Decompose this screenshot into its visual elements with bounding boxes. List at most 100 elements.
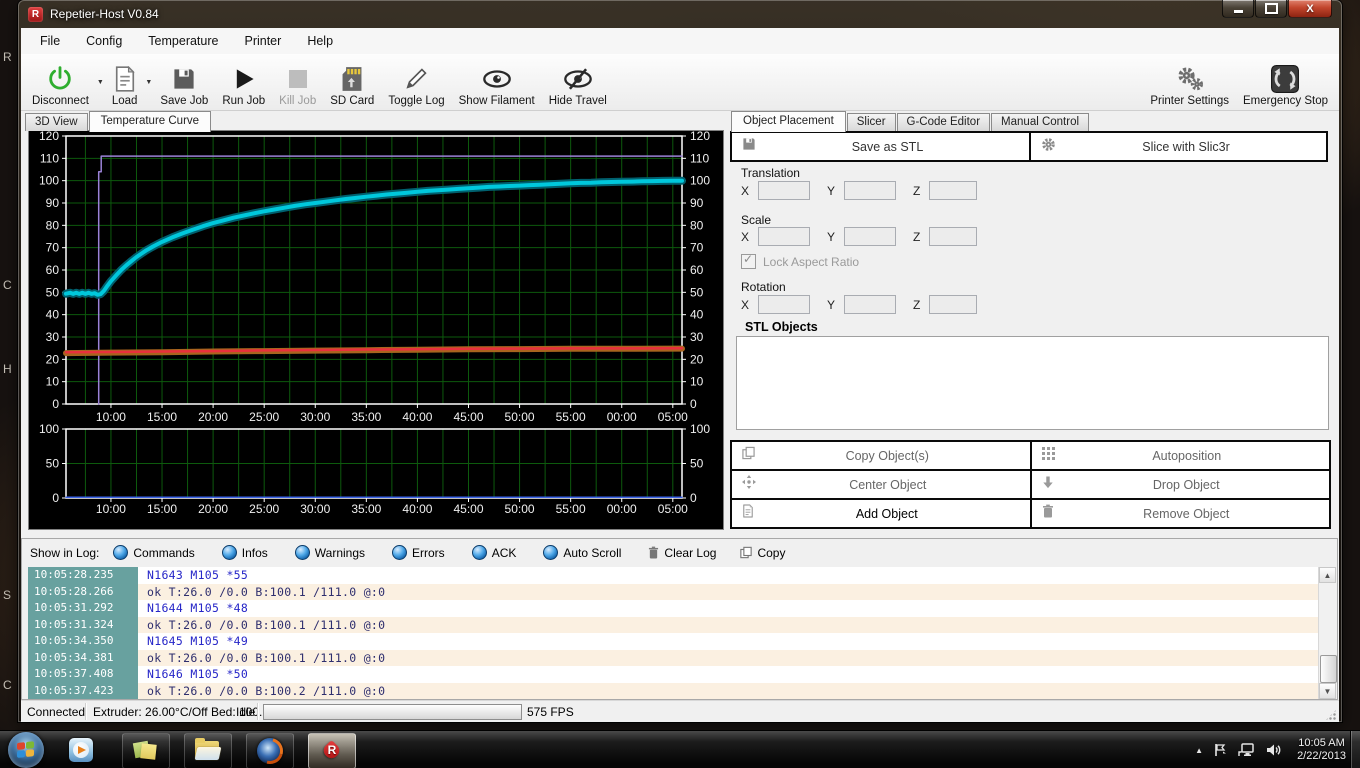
title-bar[interactable]: R Repetier-Host V0.84 X: [18, 0, 1342, 28]
clear-log-button[interactable]: Clear Log: [648, 546, 716, 560]
load-label: Load: [112, 95, 138, 107]
emergency-stop-label: Emergency Stop: [1243, 95, 1328, 107]
translation-y-input[interactable]: [844, 181, 896, 200]
translation-z-input[interactable]: [929, 181, 977, 200]
run-job-label: Run Job: [222, 95, 265, 107]
autoposition-button[interactable]: Autoposition: [1031, 441, 1331, 470]
svg-text:35:00: 35:00: [351, 410, 381, 424]
sd-card-button[interactable]: SD Card: [323, 57, 381, 107]
printer-state: Idle: [236, 705, 255, 719]
volume-icon[interactable]: [1266, 743, 1282, 757]
network-icon[interactable]: [1238, 743, 1255, 757]
hidden-icons-button[interactable]: ▲: [1195, 746, 1203, 755]
log-toggle-auto-scroll[interactable]: Auto Scroll: [543, 545, 621, 560]
log-toggle-errors[interactable]: Errors: [392, 545, 445, 560]
taskbar-repetier-button[interactable]: R: [308, 733, 356, 768]
drop-object-button[interactable]: Drop Object: [1031, 470, 1331, 499]
save-job-button[interactable]: Save Job: [153, 57, 215, 107]
printer-settings-button[interactable]: Printer Settings: [1143, 57, 1236, 107]
remove-object-button[interactable]: Remove Object: [1031, 499, 1331, 528]
menu-bar: FileConfigTemperaturePrinterHelp: [21, 28, 1339, 55]
status-bar: Connected Extruder: 26.00°C/Off Bed: 100…: [21, 700, 1339, 722]
menu-printer[interactable]: Printer: [231, 30, 294, 52]
svg-text:45:00: 45:00: [453, 502, 483, 516]
emergency-stop-button[interactable]: Emergency Stop: [1236, 57, 1335, 107]
log-message: ok T:26.0 /0.0 B:100.1 /111.0 @:0: [138, 617, 1321, 634]
log-toggle-infos[interactable]: Infos: [222, 545, 268, 560]
tab-object-placement[interactable]: Object Placement: [731, 111, 846, 132]
trash-icon: [648, 546, 659, 559]
hide-travel-button[interactable]: Hide Travel: [542, 57, 614, 107]
load-dropdown-icon[interactable]: ▼: [145, 79, 152, 86]
taskbar-explorer-button[interactable]: [184, 733, 232, 768]
tab-g-code-editor[interactable]: G-Code Editor: [897, 113, 991, 131]
log-toggle-warnings[interactable]: Warnings: [295, 545, 365, 560]
minimize-button[interactable]: [1222, 0, 1254, 18]
scale-y-input[interactable]: [844, 227, 896, 246]
tab-manual-control[interactable]: Manual Control: [991, 113, 1089, 131]
maximize-button[interactable]: [1255, 0, 1287, 18]
log-message: ok T:26.0 /0.0 B:100.1 /111.0 @:0: [138, 650, 1321, 667]
tab-slicer[interactable]: Slicer: [847, 113, 896, 131]
run-job-button[interactable]: Run Job: [215, 57, 272, 107]
log-panel: Show in Log: CommandsInfosWarningsErrors…: [21, 538, 1338, 700]
add-object-button[interactable]: Add Object: [731, 499, 1031, 528]
log-list[interactable]: 10:05:28.235N1643 M105 *5510:05:28.266ok…: [28, 567, 1321, 699]
stl-objects-list[interactable]: [736, 336, 1329, 430]
drop-object-label: Drop Object: [1054, 478, 1320, 492]
toggle-orb-icon: [472, 545, 487, 560]
save-as-stl-button[interactable]: Save as STL: [730, 131, 1031, 162]
center-object-button[interactable]: Center Object: [731, 470, 1031, 499]
show-filament-button[interactable]: Show Filament: [452, 57, 542, 107]
copy-log-label: Copy: [757, 546, 785, 560]
taskbar-media-player-button[interactable]: [58, 733, 104, 767]
scroll-down-icon[interactable]: ▼: [1319, 683, 1336, 699]
play-icon: [232, 63, 256, 95]
log-scrollbar[interactable]: ▲ ▼: [1318, 567, 1336, 699]
svg-text:70: 70: [690, 241, 704, 255]
slice-with-slic3r-button[interactable]: Slice with Slic3r: [1031, 131, 1328, 162]
svg-text:0: 0: [690, 397, 697, 411]
close-button[interactable]: X: [1288, 0, 1332, 18]
clear-log-label: Clear Log: [664, 546, 716, 560]
scrollbar-thumb[interactable]: [1320, 655, 1337, 683]
taskbar-firefox-button[interactable]: [246, 733, 294, 768]
rotation-z-input[interactable]: [929, 295, 977, 314]
disconnect-dropdown-icon[interactable]: ▼: [97, 79, 104, 86]
copy-objects-label: Copy Object(s): [755, 449, 1020, 463]
scale-z-input[interactable]: [929, 227, 977, 246]
taskbar-sticky-notes-button[interactable]: [122, 733, 170, 768]
load-button[interactable]: Load: [105, 57, 145, 107]
lock-aspect-ratio-checkbox[interactable]: [741, 254, 756, 269]
menu-temperature[interactable]: Temperature: [135, 30, 231, 52]
toggle-log-button[interactable]: Toggle Log: [381, 57, 451, 107]
action-center-flag-icon[interactable]: [1214, 743, 1227, 757]
floppy-icon: [742, 137, 756, 156]
menu-config[interactable]: Config: [73, 30, 135, 52]
log-message: N1646 M105 *50: [138, 666, 1321, 683]
scale-x-input[interactable]: [758, 227, 810, 246]
taskbar-clock[interactable]: 10:05 AM 2/22/2013: [1297, 737, 1346, 763]
log-toggle-commands[interactable]: Commands: [113, 545, 194, 560]
log-toggle-ack[interactable]: ACK: [472, 545, 517, 560]
copy-objects-button[interactable]: Copy Object(s): [731, 441, 1031, 470]
tab-temperature-curve[interactable]: Temperature Curve: [89, 111, 211, 132]
log-row: 10:05:28.266ok T:26.0 /0.0 B:100.1 /111.…: [28, 584, 1321, 601]
menu-help[interactable]: Help: [294, 30, 346, 52]
disconnect-button[interactable]: Disconnect: [25, 57, 96, 107]
svg-text:40: 40: [46, 308, 60, 322]
scroll-up-icon[interactable]: ▲: [1319, 567, 1336, 583]
start-button[interactable]: [8, 732, 44, 768]
log-timestamp: 10:05:28.235: [28, 567, 138, 584]
copy-log-button[interactable]: Copy: [740, 546, 785, 560]
rotation-y-input[interactable]: [844, 295, 896, 314]
resize-grip[interactable]: [1325, 709, 1337, 721]
svg-text:0: 0: [52, 397, 59, 411]
rotation-x-input[interactable]: [758, 295, 810, 314]
translation-x-input[interactable]: [758, 181, 810, 200]
show-desktop-button[interactable]: [1350, 731, 1360, 768]
clock-date: 2/22/2013: [1297, 750, 1346, 763]
tab-3d-view[interactable]: 3D View: [25, 113, 88, 131]
menu-file[interactable]: File: [27, 30, 73, 52]
svg-text:0: 0: [690, 491, 697, 505]
